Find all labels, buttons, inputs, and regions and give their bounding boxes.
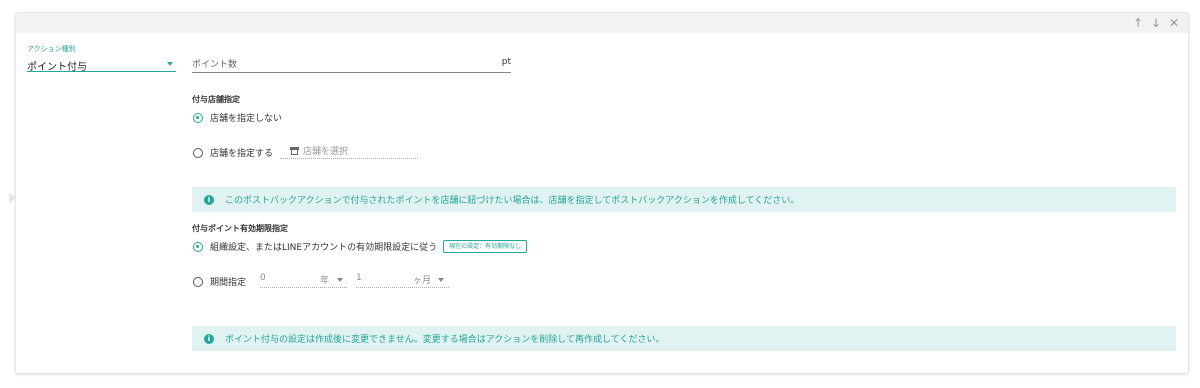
arrow-up-icon[interactable]: ↑ bbox=[1132, 15, 1144, 31]
radio-store-specify[interactable]: 店舗を指定する bbox=[193, 146, 273, 159]
radio-store-specify-label: 店舗を指定する bbox=[210, 149, 274, 159]
years-suffix: 年 bbox=[320, 276, 330, 286]
info-icon: i bbox=[204, 333, 214, 344]
action-type-value: ポイント付与 bbox=[27, 62, 87, 73]
current-setting-badge: 現在の設定：有効期限なし bbox=[443, 240, 528, 253]
info-banner-store: i このポストバックアクションで付与されたポイントを店舗に紐づけたい場合は、店舗… bbox=[192, 187, 1176, 212]
months-value: 1 bbox=[356, 273, 362, 283]
action-type-label: アクション種別 bbox=[27, 45, 76, 53]
years-select[interactable]: 0 年 bbox=[260, 272, 347, 288]
action-type-value-row: ポイント付与 bbox=[27, 55, 176, 73]
chevron-down-icon bbox=[438, 278, 444, 282]
info-icon: i bbox=[204, 194, 214, 205]
months-suffix: ヶ月 bbox=[413, 276, 432, 286]
radio-unchecked-icon bbox=[193, 147, 203, 158]
points-input[interactable]: ポイント数 pt bbox=[192, 55, 511, 73]
radio-store-none[interactable]: 店舗を指定しない bbox=[193, 111, 282, 124]
radio-store-none-label: 店舗を指定しない bbox=[210, 114, 283, 124]
radio-checked-icon bbox=[193, 112, 203, 123]
radio-expiry-org-label: 組織設定、またはLINEアカウントの有効期限設定に従う bbox=[210, 243, 438, 253]
postback-action-card: ↑ ↓ ✕ アクション種別 ポイント付与 ポイント数 pt 付与店舗指定 店舗を… bbox=[15, 12, 1189, 374]
store-section-title: 付与店舗指定 bbox=[192, 95, 240, 104]
expiry-section-title: 付与ポイント有効期限指定 bbox=[192, 224, 288, 233]
info-banner-warning-text: ポイント付与の設定は作成後に変更できません。変更する場合はアクションを削除して再… bbox=[225, 335, 665, 345]
info-banner-warning: i ポイント付与の設定は作成後に変更できません。変更する場合はアクションを削除し… bbox=[192, 326, 1176, 351]
card-header-controls: ↑ ↓ ✕ bbox=[1132, 15, 1180, 31]
radio-expiry-org[interactable]: 組織設定、またはLINEアカウントの有効期限設定に従う 現在の設定：有効期限なし bbox=[193, 240, 528, 253]
arrow-down-icon[interactable]: ↓ bbox=[1150, 15, 1162, 31]
store-select-placeholder: 店舗を選択 bbox=[303, 147, 349, 157]
chevron-down-icon bbox=[167, 62, 173, 66]
store-icon bbox=[290, 146, 299, 155]
radio-unchecked-icon bbox=[193, 276, 203, 287]
store-select-field[interactable]: 店舗を選択 bbox=[280, 143, 418, 159]
points-unit: pt bbox=[501, 57, 511, 67]
years-value: 0 bbox=[260, 273, 266, 283]
radio-expiry-period[interactable]: 期間指定 bbox=[193, 275, 246, 288]
card-header: ↑ ↓ ✕ bbox=[16, 13, 1188, 33]
radio-expiry-period-label: 期間指定 bbox=[210, 278, 247, 288]
months-select[interactable]: 1 ヶ月 bbox=[356, 272, 449, 288]
points-placeholder: ポイント数 bbox=[192, 60, 238, 70]
info-banner-store-text: このポストバックアクションで付与されたポイントを店舗に紐づけたい場合は、店舗を指… bbox=[225, 196, 800, 206]
action-type-select[interactable]: アクション種別 ポイント付与 bbox=[27, 44, 176, 74]
chevron-down-icon bbox=[337, 278, 343, 282]
close-icon[interactable]: ✕ bbox=[1168, 15, 1180, 31]
radio-checked-icon bbox=[193, 241, 203, 252]
